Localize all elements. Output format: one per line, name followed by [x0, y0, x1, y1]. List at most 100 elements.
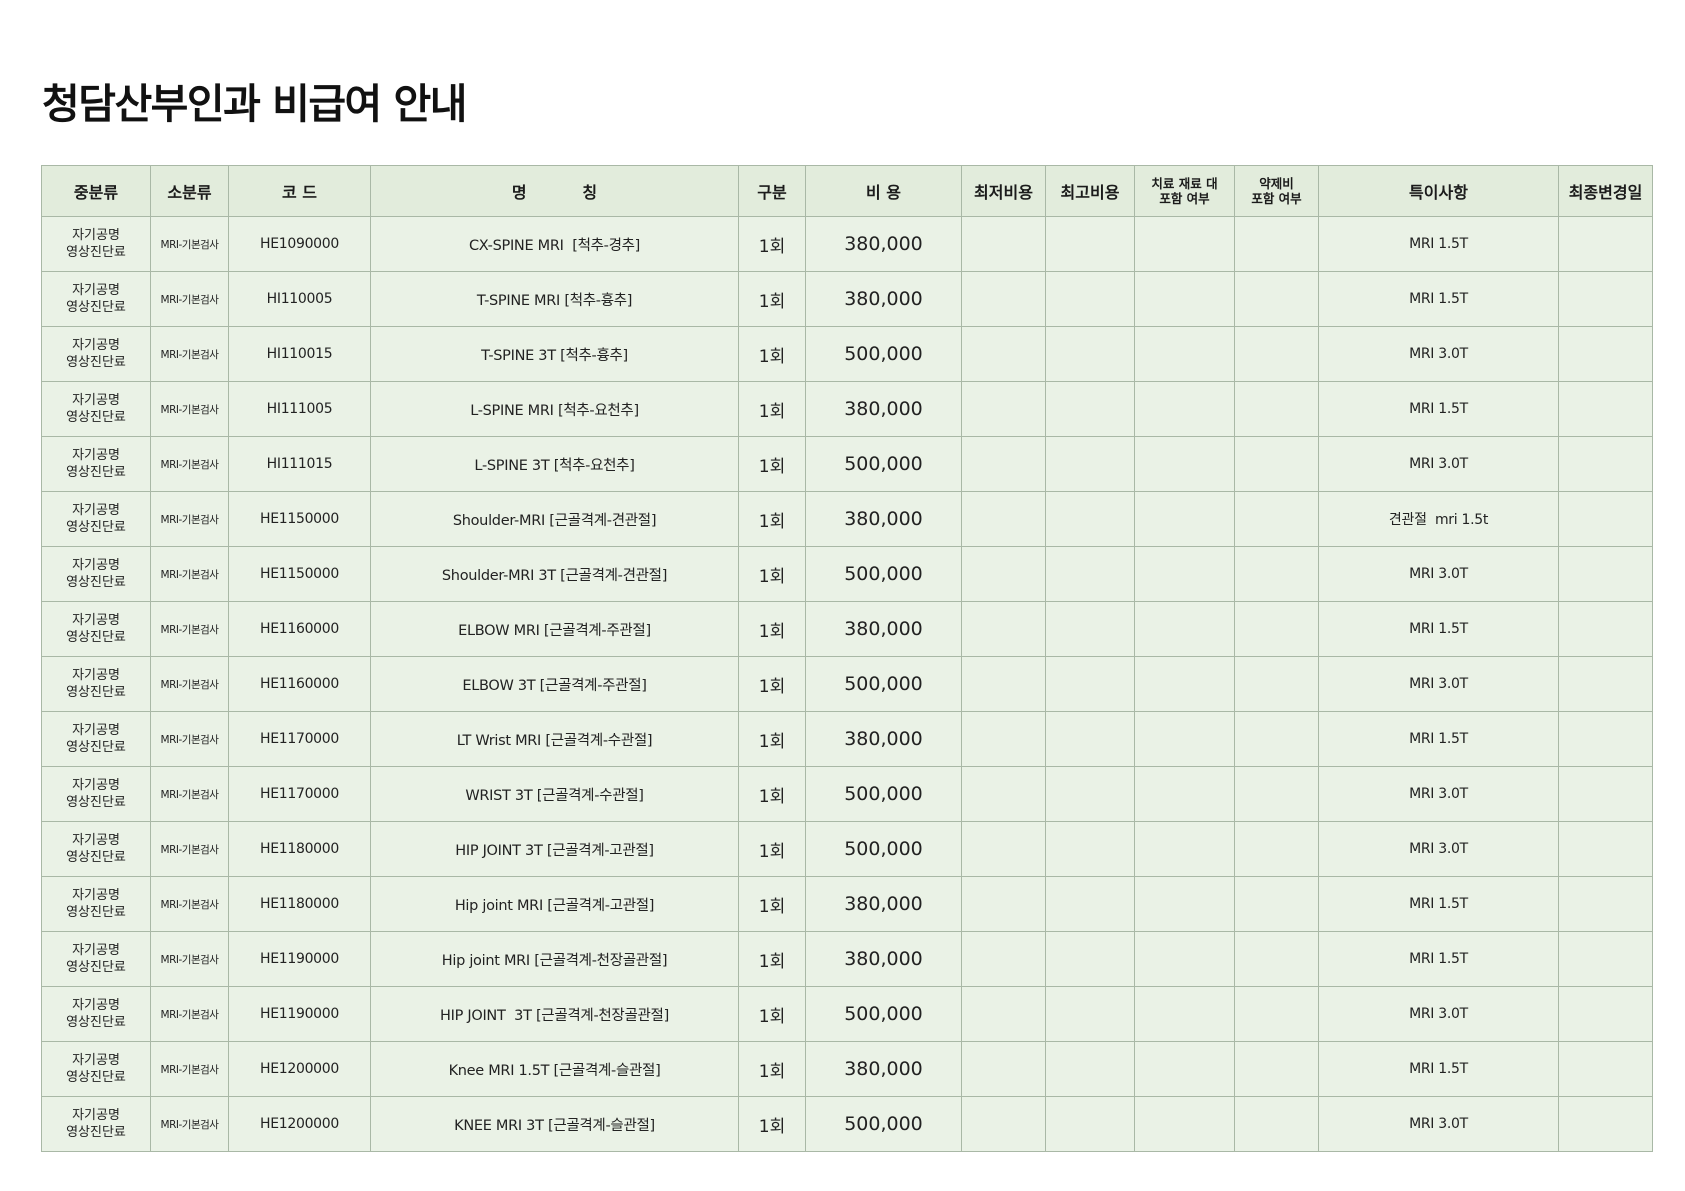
table-row: 자기공명 영상진단료 MRI-기본검사 HE1200000 KNEE MRI 3T [근… [41, 1096, 1653, 1152]
table-row: 자기공명 영상진단료 MRI-기본검사 HE1190000 Hip joint MRI … [41, 931, 1653, 987]
cell-note: MRI 1.5T [1318, 1041, 1559, 1097]
table-row: 자기공명 영상진단료 MRI-기본검사 HE1160000 ELBOW 3T [근골격계… [41, 656, 1653, 712]
cell-unit: 1회 [738, 1041, 806, 1097]
cell-drug-included [1234, 766, 1319, 822]
cell-mid-category-line1: 자기공명 [72, 1053, 120, 1068]
header-max-cost: 최고비용 [1045, 165, 1135, 217]
cell-note: MRI 1.5T [1318, 876, 1559, 932]
cell-max-cost [1045, 1041, 1135, 1097]
cell-min-cost [961, 601, 1046, 657]
cell-drug-included [1234, 986, 1319, 1042]
cell-updated [1558, 1096, 1653, 1152]
cell-updated [1558, 1041, 1653, 1097]
cell-material-included [1134, 601, 1235, 657]
cell-name: ELBOW 3T [근골격계-주관절] [370, 656, 739, 712]
cell-updated [1558, 491, 1653, 547]
cell-mid-category-line1: 자기공명 [72, 1108, 120, 1123]
cell-cost: 380,000 [805, 216, 962, 272]
cell-cost: 380,000 [805, 271, 962, 327]
cell-mid-category-line2: 영상진단료 [66, 1070, 126, 1085]
cell-unit: 1회 [738, 546, 806, 602]
cell-updated [1558, 601, 1653, 657]
cell-unit: 1회 [738, 711, 806, 767]
cell-code: HE1150000 [228, 546, 371, 602]
header-sub-category: 소분류 [150, 165, 229, 217]
cell-cost: 500,000 [805, 546, 962, 602]
cell-note: MRI 3.0T [1318, 326, 1559, 382]
cell-material-included [1134, 876, 1235, 932]
table-row: 자기공명 영상진단료 MRI-기본검사 HE1170000 LT Wrist MRI [… [41, 711, 1653, 767]
cell-cost: 380,000 [805, 1041, 962, 1097]
cell-mid-category: 자기공명 영상진단료 [41, 986, 151, 1042]
cell-mid-category-line1: 자기공명 [72, 613, 120, 628]
cell-note: MRI 1.5T [1318, 271, 1559, 327]
cell-max-cost [1045, 326, 1135, 382]
cell-name: Shoulder-MRI [근골격계-견관절] [370, 491, 739, 547]
cell-min-cost [961, 546, 1046, 602]
cell-drug-included [1234, 1096, 1319, 1152]
cell-mid-category: 자기공명 영상진단료 [41, 436, 151, 492]
cell-mid-category-line2: 영상진단료 [66, 850, 126, 865]
cell-mid-category-line2: 영상진단료 [66, 1125, 126, 1140]
cell-sub-category: MRI-기본검사 [150, 216, 229, 272]
cell-unit: 1회 [738, 271, 806, 327]
cell-code: HI111015 [228, 436, 371, 492]
cell-min-cost [961, 986, 1046, 1042]
cell-sub-category: MRI-기본검사 [150, 1041, 229, 1097]
cell-max-cost [1045, 1096, 1135, 1152]
cell-mid-category-line1: 자기공명 [72, 338, 120, 353]
cell-min-cost [961, 766, 1046, 822]
cell-max-cost [1045, 656, 1135, 712]
cell-note: MRI 3.0T [1318, 656, 1559, 712]
cell-min-cost [961, 711, 1046, 767]
cell-note: MRI 1.5T [1318, 381, 1559, 437]
cell-mid-category-line2: 영상진단료 [66, 245, 126, 260]
cell-mid-category-line2: 영상진단료 [66, 355, 126, 370]
cell-code: HE1170000 [228, 711, 371, 767]
header-drug-included: 약제비 포함 여부 [1234, 165, 1319, 217]
cell-mid-category: 자기공명 영상진단료 [41, 656, 151, 712]
cell-sub-category: MRI-기본검사 [150, 931, 229, 987]
cell-material-included [1134, 491, 1235, 547]
cell-name: CX-SPINE MRI [척추-경추] [370, 216, 739, 272]
cell-mid-category-line2: 영상진단료 [66, 685, 126, 700]
cell-min-cost [961, 436, 1046, 492]
cell-cost: 380,000 [805, 711, 962, 767]
cell-note: MRI 3.0T [1318, 766, 1559, 822]
cell-mid-category-line2: 영상진단료 [66, 630, 126, 645]
cell-updated [1558, 986, 1653, 1042]
cell-material-included [1134, 821, 1235, 877]
cell-sub-category: MRI-기본검사 [150, 986, 229, 1042]
cell-note: MRI 3.0T [1318, 436, 1559, 492]
cell-updated [1558, 711, 1653, 767]
cell-mid-category-line2: 영상진단료 [66, 960, 126, 975]
cell-sub-category: MRI-기본검사 [150, 766, 229, 822]
cell-mid-category: 자기공명 영상진단료 [41, 821, 151, 877]
cell-code: HE1190000 [228, 931, 371, 987]
cell-mid-category-line2: 영상진단료 [66, 795, 126, 810]
cell-code: HI110005 [228, 271, 371, 327]
cell-sub-category: MRI-기본검사 [150, 381, 229, 437]
cell-min-cost [961, 656, 1046, 712]
cell-material-included [1134, 546, 1235, 602]
cell-max-cost [1045, 766, 1135, 822]
cell-mid-category-line1: 자기공명 [72, 228, 120, 243]
cell-drug-included [1234, 436, 1319, 492]
cell-cost: 500,000 [805, 766, 962, 822]
cell-updated [1558, 436, 1653, 492]
cell-note: MRI 3.0T [1318, 986, 1559, 1042]
table-row: 자기공명 영상진단료 MRI-기본검사 HE1150000 Shoulder-MRI [… [41, 491, 1653, 547]
cell-code: HE1180000 [228, 821, 371, 877]
cell-material-included [1134, 931, 1235, 987]
cell-mid-category-line1: 자기공명 [72, 283, 120, 298]
cell-material-included [1134, 381, 1235, 437]
cell-min-cost [961, 1096, 1046, 1152]
cell-sub-category: MRI-기본검사 [150, 876, 229, 932]
cell-mid-category: 자기공명영상진단료 [41, 1041, 151, 1097]
cell-sub-category: MRI-기본검사 [150, 326, 229, 382]
cell-min-cost [961, 1041, 1046, 1097]
cell-unit: 1회 [738, 931, 806, 987]
cell-unit: 1회 [738, 821, 806, 877]
cell-mid-category-line2: 영상진단료 [66, 520, 126, 535]
cell-mid-category: 자기공명 영상진단료 [41, 931, 151, 987]
